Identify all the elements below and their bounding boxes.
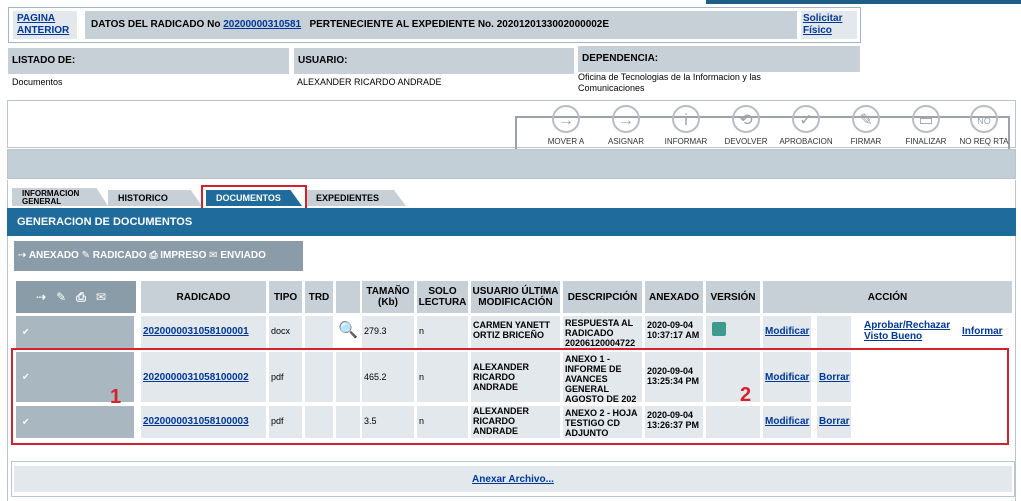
radicado-prefix: DATOS DEL RADICADO No (91, 19, 221, 30)
cell-descripcion: RESPUESTA AL RADICADO 20206120004722 (563, 316, 642, 348)
tab-historico[interactable]: HISTORICO (108, 190, 202, 206)
header-accion: ACCIÓN (763, 281, 1012, 313)
radicado-link[interactable]: 2020000031058100001 (143, 326, 249, 337)
table-row-1-radicado: 2020000031058100001 (141, 316, 266, 348)
tool-mover-a[interactable]: → MOVER A (538, 101, 594, 149)
check-icon: ✔ (22, 326, 30, 337)
dependencia-value: Oficina de Tecnologias de la Informacion… (578, 72, 761, 93)
tool-finalizar[interactable]: ▭ FINALIZAR (898, 101, 954, 149)
action-toolbar: → MOVER A → ASIGNAR i INFORMAR ⟲ DEVOLVE… (7, 100, 1016, 149)
tool-asignar[interactable]: → ASIGNAR (598, 101, 654, 149)
status-legend: ⇢ ANEXADO ✎ RADICADO ⎙ IMPRESO ✉ ENVIADO (14, 241, 303, 271)
legend-radicado: RADICADO (92, 250, 147, 261)
header-radicado: RADICADO (141, 281, 266, 313)
tool-label: DEVOLVER (724, 137, 768, 146)
radicado-title: DATOS DEL RADICADO No 20200000310581 PER… (85, 11, 797, 39)
check-icon: ✓ (792, 105, 820, 133)
preview-icon[interactable]: 🔍 (336, 316, 360, 348)
expediente-text: PERTENECIENTE AL EXPEDIENTE No. 20201201… (309, 19, 610, 30)
section-title: GENERACION DE DOCUMENTOS (7, 208, 1016, 236)
header-blank (336, 281, 360, 313)
cell-aprobar: Aprobar/Rechazar Visto Bueno (862, 316, 958, 348)
cell-anexado: 2020-09-04 10:37:17 AM (645, 316, 703, 348)
cell-tamano: 279.3 (362, 316, 414, 348)
tab-expedientes[interactable]: EXPEDIENTES (306, 190, 406, 206)
cell-borrar-empty (817, 316, 851, 348)
legend-enviado: ENVIADO (220, 250, 266, 261)
tabs-row: INFORMACION GENERAL HISTORICO DOCUMENTOS… (7, 180, 1016, 214)
anexado-icon: ⇢ (18, 250, 27, 261)
legend-anexado: ANEXADO (28, 250, 79, 261)
rows-highlight (11, 348, 1009, 445)
status-icons-header: ⇢✎⎙✉ (16, 281, 136, 313)
tool-label: FINALIZAR (905, 137, 947, 146)
cell-informar: Informar (960, 316, 1010, 348)
dependencia-label: DEPENDENCIA: (578, 46, 860, 72)
cell-modificar: Modificar (763, 316, 811, 348)
header-usuario: USUARIO ÚLTIMA MODIFICACIÓN (471, 281, 560, 313)
top-strip (706, 0, 1021, 4)
tool-label: MOVER A (547, 137, 585, 146)
listado-value: Documentos (12, 77, 63, 87)
arrow-right-icon: → (552, 105, 580, 133)
annotation-2: 2 (740, 384, 752, 406)
cell-solo-lectura: n (417, 316, 468, 348)
sign-icon: ✎ (852, 105, 880, 133)
grey-band (7, 149, 1016, 179)
annotation-1: 1 (110, 386, 122, 408)
solicitar-cell: Solicitar Físico (801, 11, 857, 39)
header-tamano: TAMAÑO (Kb) (362, 281, 414, 313)
info-icon: i (672, 105, 700, 133)
usuario-value: ALEXANDER RICARDO ANDRADE (297, 77, 442, 87)
header-anexado: ANEXADO (645, 281, 703, 313)
document-icon: ▭ (912, 105, 940, 133)
back-link[interactable]: PAGINA ANTERIOR (17, 13, 77, 37)
modificar-link[interactable]: Modificar (765, 326, 809, 337)
aprobar-rechazar-link[interactable]: Aprobar/Rechazar Visto Bueno (864, 320, 950, 342)
cell-version (706, 316, 760, 348)
cell-tipo: docx (269, 316, 302, 348)
radicado-header: PAGINA ANTERIOR DATOS DEL RADICADO No 20… (8, 7, 861, 43)
tool-label: FIRMAR (850, 137, 882, 146)
listado-label: LISTADO DE: (8, 48, 289, 74)
tool-label: INFORMAR (664, 137, 708, 146)
header-version: VERSIÓN (706, 281, 760, 313)
tool-firmar[interactable]: ✎ FIRMAR (838, 101, 894, 149)
version-icon[interactable] (712, 322, 726, 336)
header-tipo: TIPO (269, 281, 302, 313)
annex-bar: Anexar Archivo... (14, 466, 1012, 492)
envelope-icon: ✉ (209, 250, 218, 261)
legend-impreso: IMPRESO (160, 250, 207, 261)
printer-icon: ⎙ (149, 250, 158, 261)
usuario-label: USUARIO: (294, 48, 574, 74)
tab-informacion-general[interactable]: INFORMACION GENERAL (12, 188, 108, 206)
tool-aprobacion[interactable]: ✓ APROBACION (778, 101, 834, 149)
hora: 10:37:17 AM (647, 330, 700, 340)
status-checks: ✔ (16, 316, 134, 348)
radicado-icon: ✎ (81, 250, 90, 261)
tool-label: NO REQ RTA (959, 137, 1009, 146)
arrow-right-icon: → (612, 105, 640, 133)
tool-label: ASIGNAR (607, 137, 644, 146)
header-solo-lectura: SOLO LECTURA (417, 281, 468, 313)
return-icon: ⟲ (732, 105, 760, 133)
solicitar-fisico-link[interactable]: Solicitar Físico (803, 13, 855, 37)
cell-usuario: CARMEN YANETT ORTIZ BRICEÑO (471, 316, 560, 348)
header-trd: TRD (305, 281, 333, 313)
anexar-archivo-link[interactable]: Anexar Archivo... (472, 474, 554, 485)
informar-link[interactable]: Informar (962, 326, 1003, 337)
tool-no-req-rta[interactable]: NO NO REQ RTA (956, 101, 1012, 149)
back-cell: PAGINA ANTERIOR (13, 11, 77, 39)
no-reply-icon: NO (970, 105, 998, 133)
header-descripcion: DESCRIPCIÓN (563, 281, 642, 313)
cell-trd (305, 316, 333, 348)
fecha: 2020-09-04 (647, 320, 694, 330)
tool-label: APROBACION (779, 137, 833, 146)
tool-informar[interactable]: i INFORMAR (658, 101, 714, 149)
radicado-number-link[interactable]: 20200000310581 (223, 19, 301, 30)
tool-devolver[interactable]: ⟲ DEVOLVER (718, 101, 774, 149)
